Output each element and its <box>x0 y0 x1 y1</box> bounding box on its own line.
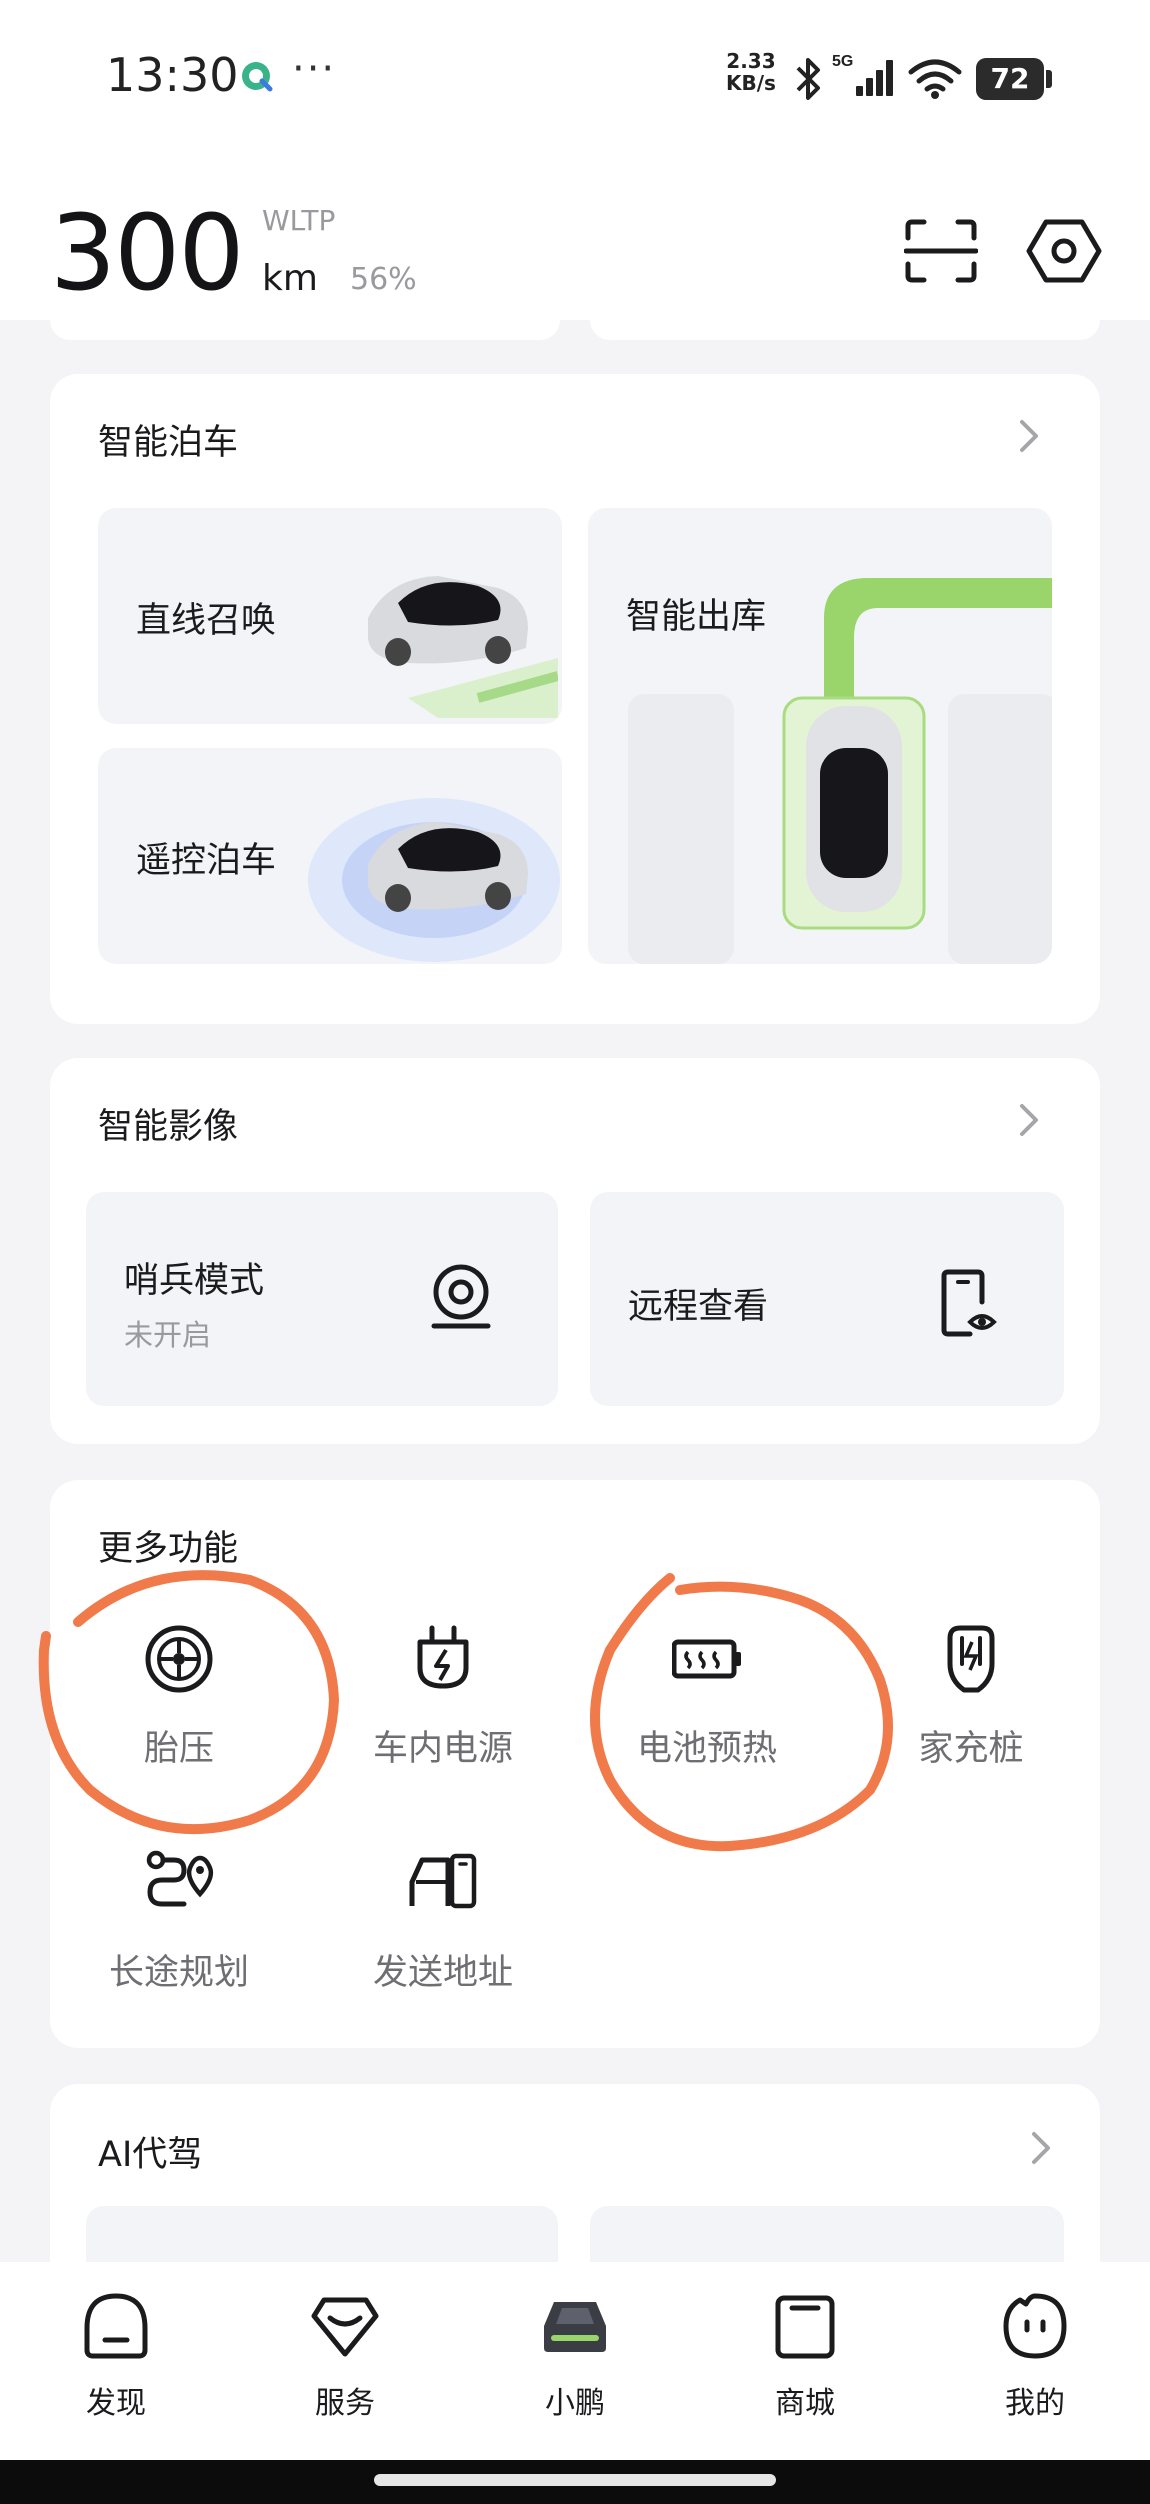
sentry-mode-status: 未开启 <box>124 1318 212 1352</box>
nav-label: 小鹏 <box>545 2386 605 2421</box>
nav-xpeng[interactable]: 小鹏 <box>505 2292 645 2422</box>
route-plan-icon <box>146 1850 214 1907</box>
feature-tire-pressure[interactable]: 胎压 <box>64 1624 294 1784</box>
previous-card-left <box>50 320 560 340</box>
feature-label: 家充桩 <box>918 1729 1024 1769</box>
smart-video-title[interactable]: 智能影像 <box>98 1098 238 1149</box>
nav-profile[interactable]: 我的 <box>965 2292 1105 2422</box>
feature-label: 胎压 <box>143 1729 214 1769</box>
car-icon <box>544 2302 606 2352</box>
remote-view-label: 远程查看 <box>628 1287 769 1327</box>
bluetooth-icon <box>796 58 820 100</box>
service-icon <box>311 2297 379 2357</box>
sentry-camera-icon <box>431 1264 491 1329</box>
smart-exit-tile[interactable]: 智能出库 <box>588 508 1052 964</box>
feature-label: 长途规划 <box>108 1953 249 1993</box>
settings-button[interactable] <box>1026 218 1102 284</box>
remote-car-illustration-icon <box>308 798 560 962</box>
sentry-mode-label: 哨兵模式 <box>124 1261 265 1301</box>
nav-label: 商城 <box>775 2386 835 2421</box>
feature-long-trip[interactable]: 长途规划 <box>64 1848 294 2008</box>
previous-card-right <box>590 320 1100 340</box>
range-standard: WLTP <box>262 204 336 237</box>
straight-summon-label: 直线召唤 <box>136 601 277 641</box>
nav-label: 发现 <box>86 2386 146 2421</box>
nav-label: 我的 <box>1005 2386 1065 2421</box>
ai-driver-title[interactable]: AI代驾 <box>98 2126 202 2177</box>
feature-label: 车内电源 <box>372 1729 513 1769</box>
range-unit: km <box>262 258 318 299</box>
feature-label: 发送地址 <box>372 1953 513 1993</box>
app-notification-icon <box>242 62 273 92</box>
battery-indicator: 72 <box>976 58 1052 100</box>
more-notifications-icon: ··· <box>292 46 337 92</box>
tire-icon <box>145 1625 213 1693</box>
range-value: 300 <box>50 192 245 314</box>
nav-discover[interactable]: 发现 <box>46 2292 186 2422</box>
remote-parking-tile[interactable]: 遥控泊车 <box>98 748 562 964</box>
send-address-icon <box>409 1853 477 1909</box>
feature-label: 电池预热 <box>636 1729 777 1769</box>
profile-icon <box>1003 2293 1067 2359</box>
home-indicator[interactable] <box>374 2474 776 2486</box>
nav-service[interactable]: 服务 <box>275 2292 415 2422</box>
straight-summon-tile[interactable]: 直线召唤 <box>98 508 562 724</box>
battery-heat-icon <box>672 1639 741 1679</box>
scan-button[interactable] <box>904 218 978 284</box>
more-functions-title: 更多功能 <box>98 1529 239 1569</box>
smart-parking-title[interactable]: 智能泊车 <box>98 414 238 465</box>
nav-shop[interactable]: 商城 <box>735 2292 875 2422</box>
chevron-right-icon[interactable] <box>1014 416 1044 456</box>
feature-battery-preheat[interactable]: 电池预热 <box>592 1624 822 1784</box>
status-time: 13:30 <box>106 48 239 102</box>
car-illustration-icon <box>368 576 558 718</box>
svg-text:5G: 5G <box>832 53 853 70</box>
network-speed: 2.33 KB/s <box>726 49 776 95</box>
feature-cabin-power[interactable]: 车内电源 <box>328 1624 558 1784</box>
discover-icon <box>84 2293 148 2359</box>
wifi-icon <box>908 59 962 99</box>
remote-view-tile[interactable]: 远程查看 <box>590 1192 1064 1406</box>
chevron-right-icon[interactable] <box>1014 1100 1044 1140</box>
remote-view-phone-icon <box>941 1269 997 1337</box>
cellular-signal-icon: 5G <box>832 53 893 96</box>
chevron-right-icon[interactable] <box>1026 2128 1056 2168</box>
remote-parking-label: 遥控泊车 <box>136 841 277 881</box>
sentry-mode-tile[interactable]: 哨兵模式 未开启 <box>86 1192 558 1406</box>
power-plug-icon <box>417 1625 469 1689</box>
home-charger-icon <box>947 1625 995 1693</box>
shop-icon <box>775 2295 835 2359</box>
feature-send-address[interactable]: 发送地址 <box>328 1848 558 2008</box>
parking-exit-illustration-icon <box>628 578 1052 964</box>
feature-home-charger[interactable]: 家充桩 <box>856 1624 1086 1784</box>
nav-label: 服务 <box>315 2386 375 2421</box>
battery-percent: 56% <box>350 262 417 297</box>
